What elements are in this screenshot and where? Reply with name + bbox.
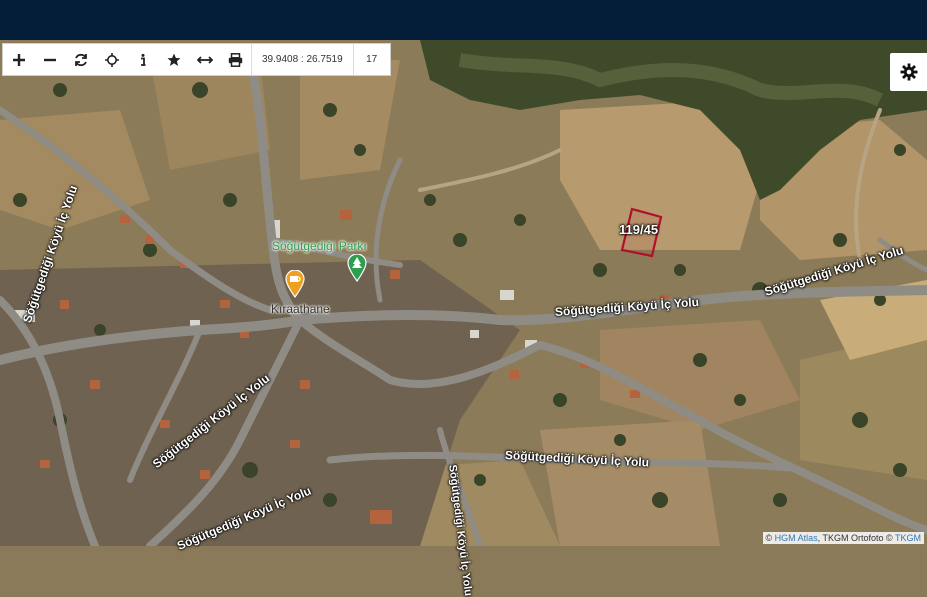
printer-icon	[228, 52, 243, 67]
minus-icon	[43, 58, 56, 61]
map-toolbar: 39.9408 : 26.7519 17	[2, 43, 391, 76]
map-attribution: © HGM Atlas, TKGM Ortofoto © TKGM	[762, 532, 924, 544]
info-icon	[140, 53, 145, 66]
gear-icon	[900, 63, 917, 81]
attribution-mid: , TKGM Ortofoto ©	[817, 533, 893, 543]
plus-icon	[12, 53, 25, 66]
tkgm-link[interactable]: TKGM	[895, 533, 921, 543]
crosshair-icon	[104, 52, 119, 67]
info-button[interactable]	[127, 44, 158, 75]
zoom-level-readout: 17	[352, 44, 390, 75]
attribution-prefix: ©	[765, 533, 773, 543]
hgm-atlas-link[interactable]: HGM Atlas	[775, 533, 818, 543]
locate-button[interactable]	[96, 44, 127, 75]
refresh-icon	[74, 53, 87, 66]
satellite-imagery	[0, 40, 927, 546]
star-icon	[167, 53, 180, 66]
park-label[interactable]: Söğütgediği Parkı	[272, 239, 367, 253]
park-marker-icon[interactable]	[347, 253, 367, 287]
map-canvas[interactable]	[0, 40, 927, 546]
print-button[interactable]	[220, 44, 251, 75]
settings-button[interactable]	[890, 53, 927, 91]
zoom-out-button[interactable]	[34, 44, 65, 75]
refresh-button[interactable]	[65, 44, 96, 75]
cafe-marker-icon[interactable]	[285, 269, 305, 303]
parcel-label: 119/45	[619, 222, 659, 237]
measure-icon	[196, 55, 213, 64]
top-header-bar	[0, 0, 927, 40]
cafe-label[interactable]: Kıraathane	[271, 302, 330, 316]
zoom-in-button[interactable]	[3, 44, 34, 75]
favorite-button[interactable]	[158, 44, 189, 75]
coordinate-readout: 39.9408 : 26.7519	[251, 44, 353, 75]
measure-button[interactable]	[189, 44, 220, 75]
